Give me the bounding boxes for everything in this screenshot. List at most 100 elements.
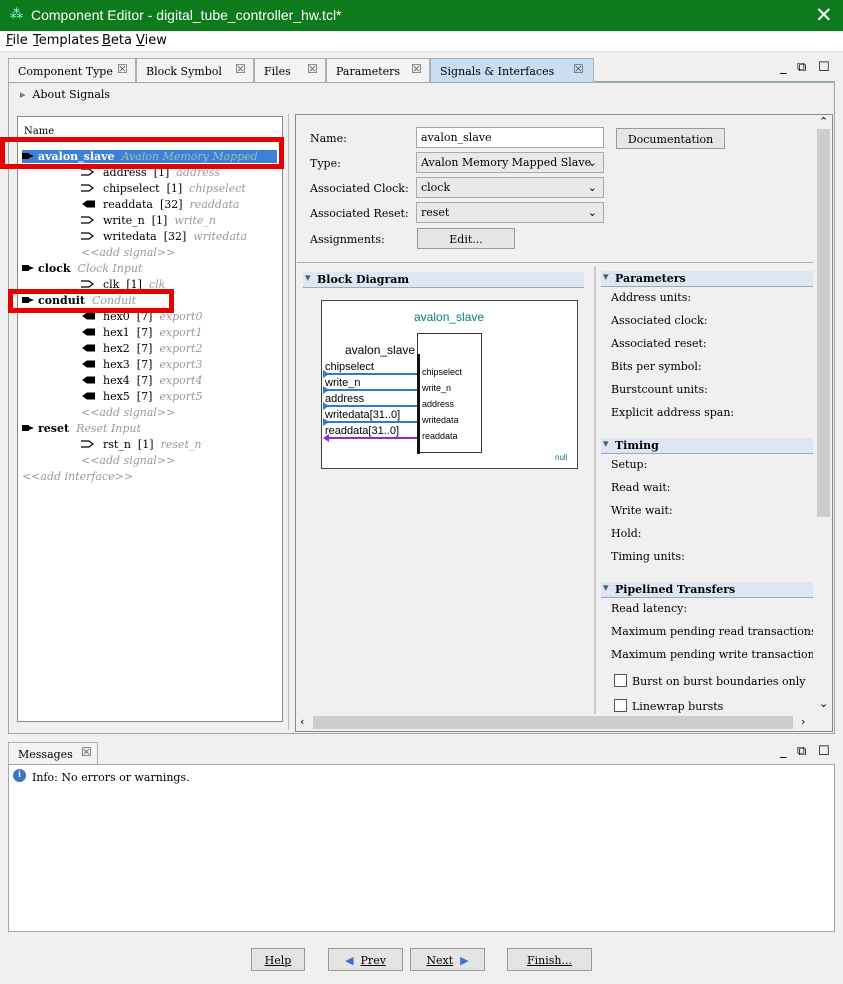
tab-component-type[interactable]: Component Type ☒ [8, 58, 136, 82]
add-interface[interactable]: <<add interface>> [22, 470, 133, 483]
signal-role: export5 [159, 390, 203, 403]
interface-row[interactable]: reset Reset Input [22, 422, 277, 435]
app-icon: ⁂ [10, 7, 23, 22]
param-label: Hold: [611, 527, 642, 540]
signal-row[interactable]: hex2 [7] export2 [81, 342, 202, 355]
tab-close-icon[interactable]: ☒ [307, 62, 318, 76]
signal-row[interactable]: hex3 [7] export3 [81, 358, 202, 371]
timing-header[interactable]: Timing [601, 437, 813, 454]
signal-row[interactable]: clk [1] clk [81, 278, 165, 291]
signal-row[interactable]: write_n [1] write_n [81, 214, 216, 227]
splitter[interactable] [288, 114, 292, 730]
block-inner-title: avalon_slave [345, 343, 416, 357]
tab-close-icon[interactable]: ☒ [81, 745, 92, 759]
interface-row[interactable]: conduit Conduit [22, 294, 277, 307]
scrollbar-thumb[interactable] [313, 716, 793, 729]
tab-close-icon[interactable]: ☒ [573, 62, 584, 76]
type-select[interactable]: Avalon Memory Mapped Slave ⌄ [416, 152, 604, 173]
scroll-left-icon[interactable]: ‹ [300, 715, 304, 728]
signal-name: write_n [103, 214, 145, 227]
documentation-button[interactable]: Documentation [616, 128, 725, 149]
tab-close-icon[interactable]: ☒ [235, 62, 246, 76]
add-signal[interactable]: <<add signal>> [81, 246, 175, 259]
tab-signals-interfaces[interactable]: Signals & Interfaces ☒ [430, 58, 594, 82]
edit-button[interactable]: Edit... [417, 228, 515, 249]
burst-boundaries-checkbox[interactable] [614, 674, 627, 687]
signal-row[interactable]: address [1] address [81, 166, 220, 179]
param-label: Read latency: [611, 602, 688, 615]
parameters-header[interactable]: Parameters [601, 270, 813, 287]
tab-close-icon[interactable]: ☒ [411, 62, 422, 76]
interface-row[interactable]: avalon_slave Avalon Memory Mapped [22, 150, 277, 163]
tab-label: Block Symbol [146, 65, 222, 78]
param-label: Burstcount units: [611, 383, 708, 396]
help-button[interactable]: Help [251, 948, 305, 971]
name-input[interactable]: avalon_slave [416, 127, 604, 148]
detach-icon[interactable]: ⧉ [797, 744, 806, 759]
scroll-up-icon[interactable]: ⌃ [819, 115, 828, 128]
block-port: write_n [422, 383, 452, 393]
horizontal-scrollbar[interactable]: ‹ › [296, 714, 815, 731]
block-diagram-header[interactable]: Block Diagram [303, 271, 584, 288]
scroll-down-icon[interactable]: ⌄ [819, 697, 828, 710]
add-signal[interactable]: <<add signal>> [81, 454, 175, 467]
param-label: Address units: [611, 291, 692, 304]
tree-header: Name [24, 126, 55, 137]
maximize-icon[interactable]: ☐ [818, 60, 830, 75]
divider [297, 262, 813, 263]
interface-icon [22, 422, 34, 431]
menu-file[interactable]: File [6, 33, 28, 48]
add-signal[interactable]: <<add signal>> [81, 406, 175, 419]
interface-tree[interactable]: Name avalon_slave Avalon Memory Mapped ad… [17, 116, 283, 722]
signal-row[interactable]: hex4 [7] export4 [81, 374, 202, 387]
clock-select[interactable]: clock ⌄ [416, 177, 604, 198]
signal-row[interactable]: readdata [32] readdata [81, 198, 240, 211]
interface-row[interactable]: clock Clock Input [22, 262, 277, 275]
pipelined-header[interactable]: Pipelined Transfers [601, 581, 813, 598]
reset-select[interactable]: reset ⌄ [416, 202, 604, 223]
chevron-down-icon: ⌄ [587, 181, 597, 194]
signal-role: export0 [159, 310, 203, 323]
linewrap-bursts-checkbox[interactable] [614, 699, 627, 712]
tab-files[interactable]: Files ☒ [254, 58, 326, 82]
finish-button[interactable]: Finish... [507, 948, 592, 971]
port-arrow-icon [323, 434, 329, 442]
interface-icon [22, 150, 34, 159]
about-signals[interactable]: ▸ About Signals [20, 88, 110, 101]
signal-width: [1] [153, 166, 170, 179]
signal-row[interactable]: writedata [32] writedata [81, 230, 247, 243]
interface-type: Clock Input [77, 262, 143, 275]
close-icon[interactable]: ✕ [815, 3, 833, 27]
tab-messages[interactable]: Messages ☒ [8, 742, 98, 764]
maximize-icon[interactable]: ☐ [818, 744, 830, 759]
scroll-right-icon[interactable]: › [801, 715, 805, 728]
signal-row[interactable]: hex1 [7] export1 [81, 326, 202, 339]
port-label: readdata[31..0] [325, 425, 400, 437]
splitter[interactable] [594, 266, 596, 716]
detach-icon[interactable]: ⧉ [797, 60, 806, 75]
next-button[interactable]: Next ▶ [410, 948, 485, 971]
signal-row[interactable]: hex0 [7] export0 [81, 310, 202, 323]
tab-close-icon[interactable]: ☒ [117, 62, 128, 76]
output-pin-icon [81, 374, 95, 384]
scrollbar-thumb[interactable] [817, 129, 830, 517]
signal-width: [7] [136, 358, 153, 371]
tab-parameters[interactable]: Parameters ☒ [326, 58, 430, 82]
prev-button[interactable]: ◀ Prev [328, 948, 403, 971]
signal-row[interactable]: rst_n [1] reset_n [81, 438, 201, 451]
minimize-icon[interactable]: _ [780, 744, 787, 759]
output-pin-icon [81, 326, 95, 336]
signal-role: export1 [159, 326, 203, 339]
vertical-scrollbar[interactable]: ⌃ ⌄ [815, 115, 832, 715]
next-label: Next [426, 954, 454, 967]
signal-row[interactable]: hex5 [7] export5 [81, 390, 202, 403]
menu-beta[interactable]: Beta [102, 33, 132, 48]
signal-width: [7] [136, 342, 153, 355]
signal-role: writedata [193, 230, 247, 243]
menu-templates[interactable]: Templates [33, 33, 99, 48]
tab-block-symbol[interactable]: Block Symbol ☒ [136, 58, 254, 82]
menu-view[interactable]: View [136, 33, 167, 48]
signal-row[interactable]: chipselect [1] chipselect [81, 182, 246, 195]
minimize-icon[interactable]: _ [780, 60, 787, 75]
type-value: Avalon Memory Mapped Slave [421, 156, 592, 169]
